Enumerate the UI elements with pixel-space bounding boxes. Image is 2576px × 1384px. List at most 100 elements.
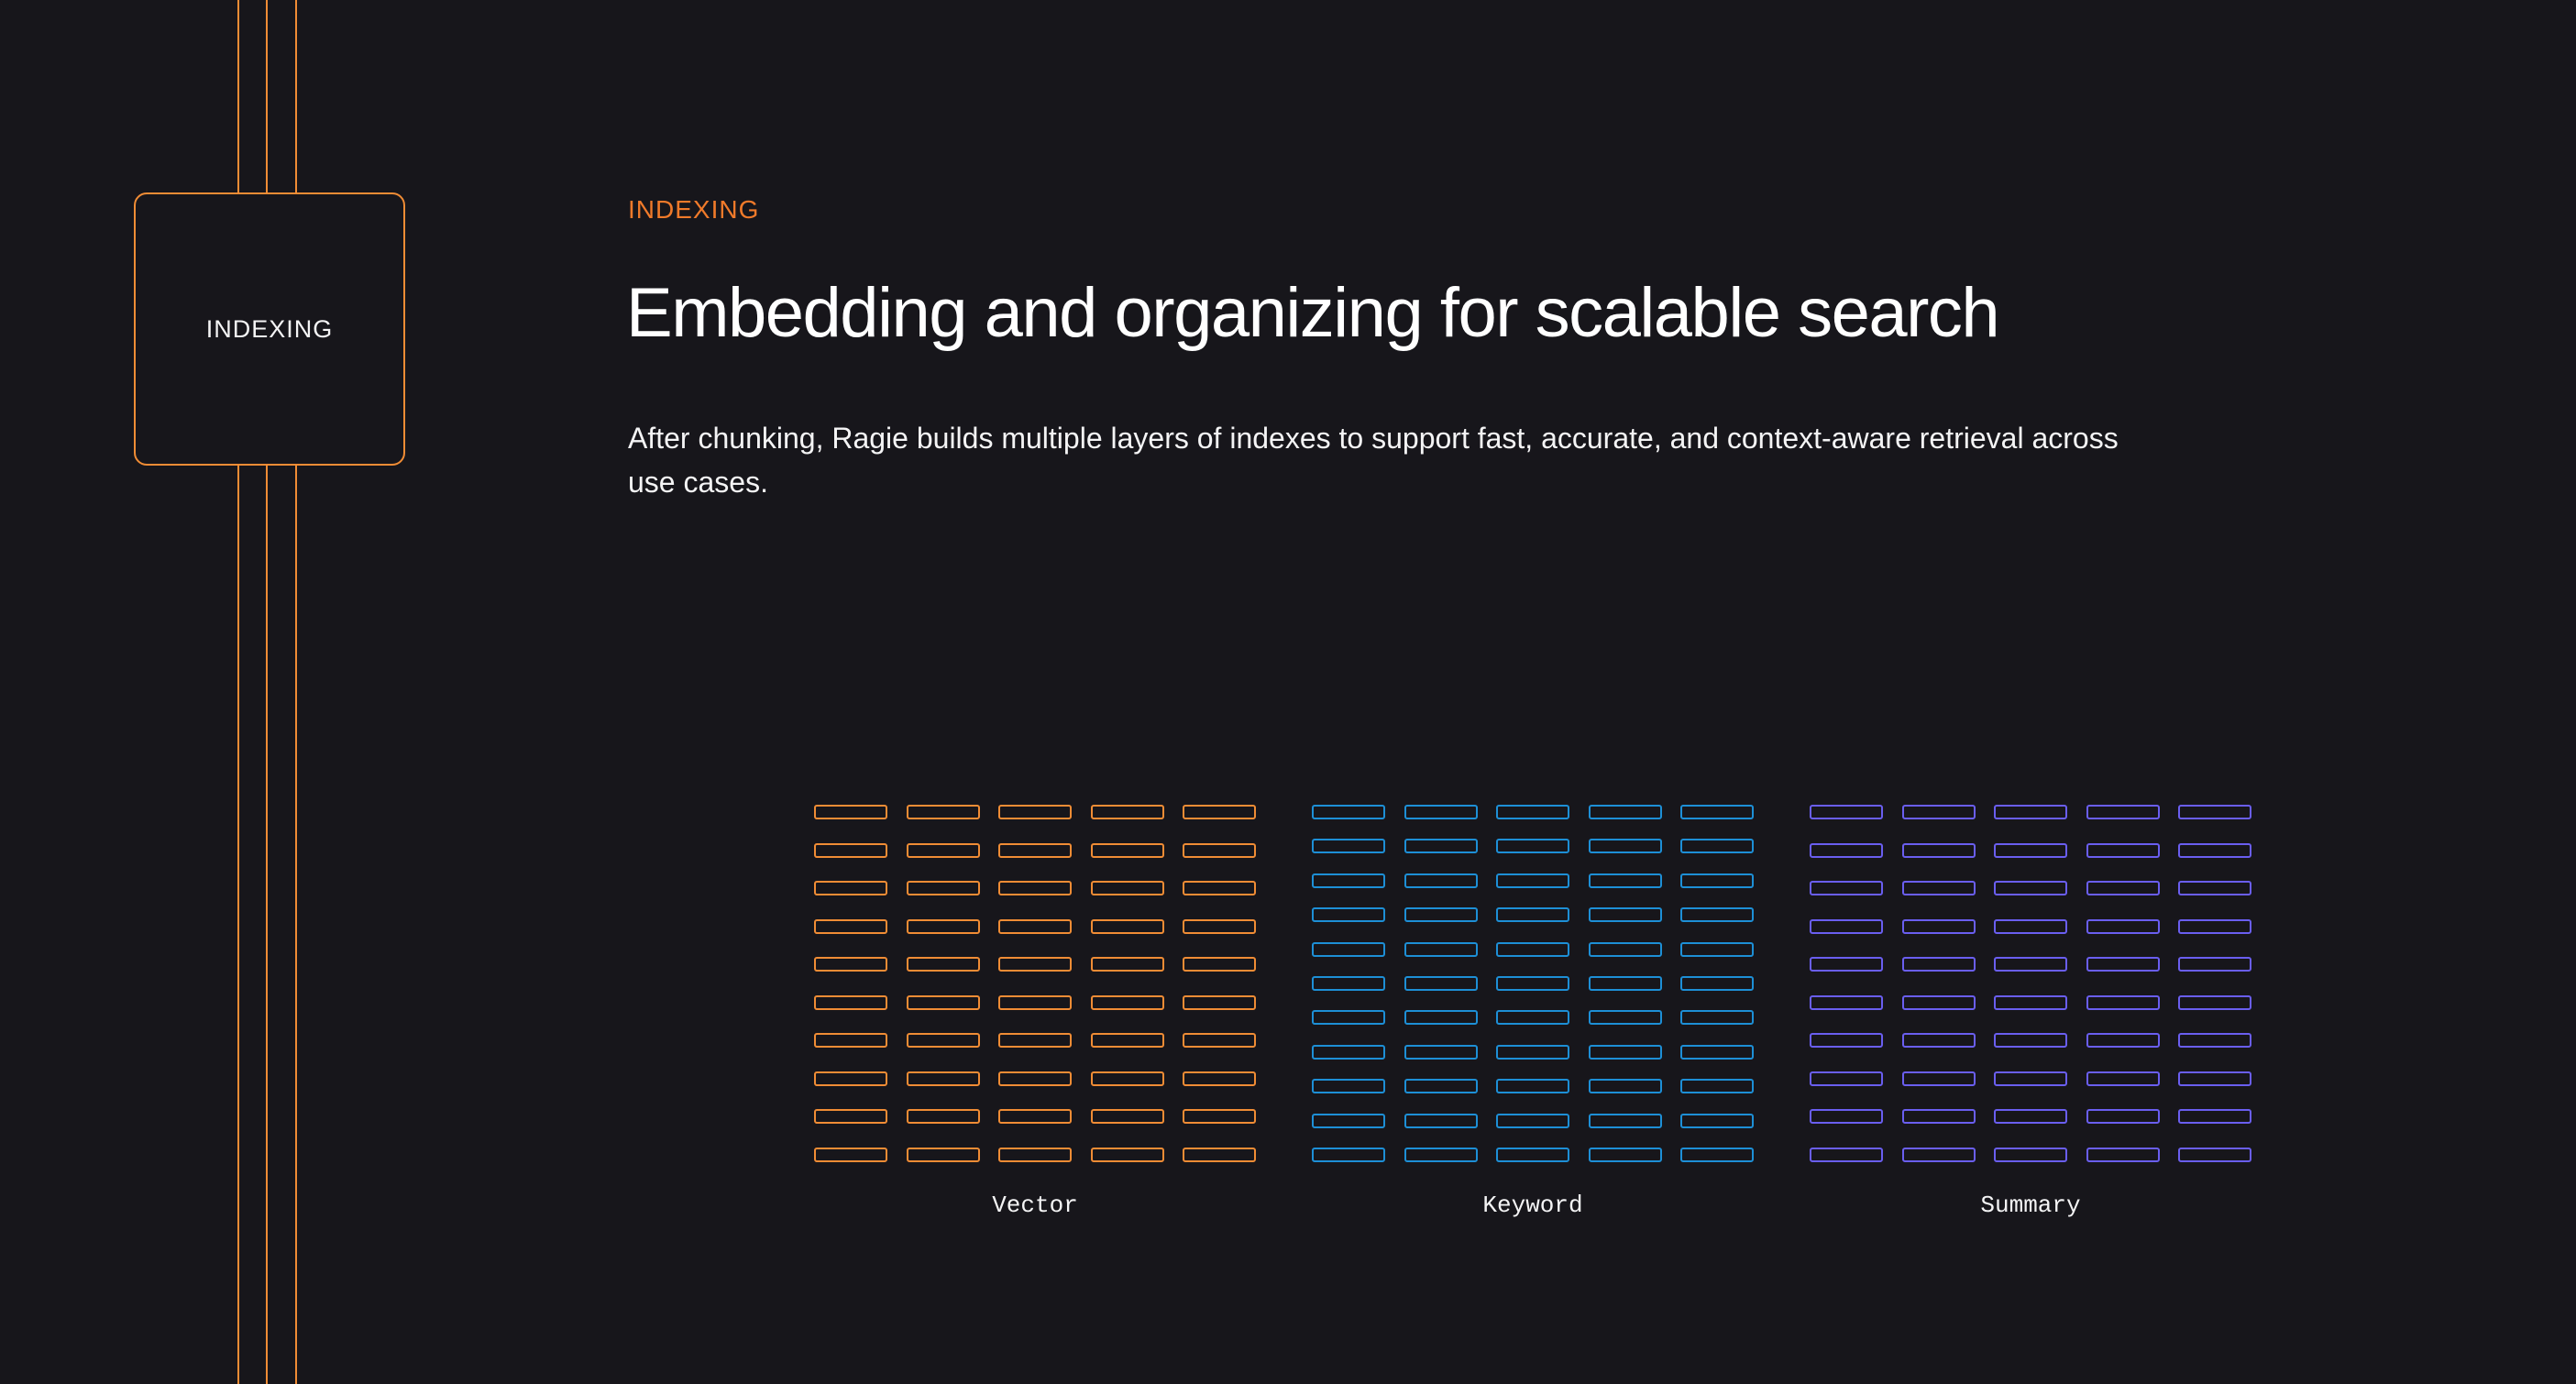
index-cell [1404,1079,1478,1093]
index-cell [1496,1079,1569,1093]
index-cell [1810,843,1883,858]
index-cell [1091,995,1164,1010]
keyword-index-grid [1312,805,1754,1162]
index-cell [1183,957,1256,972]
index-cell [998,843,1072,858]
index-cell [1312,907,1385,922]
index-cell [1404,1010,1478,1025]
index-cell [1589,1045,1662,1060]
index-cell [814,1148,887,1162]
index-cell [907,1071,980,1086]
index-cell [2178,995,2251,1010]
index-cell [1091,1071,1164,1086]
index-cell [814,1109,887,1124]
index-cell [1312,1010,1385,1025]
index-cell [1994,919,2067,934]
index-cell [2086,995,2160,1010]
index-cell [2178,1109,2251,1124]
index-cell [1312,942,1385,957]
index-cell [1810,919,1883,934]
index-cell [1091,843,1164,858]
index-cell [1091,1148,1164,1162]
index-cell [1496,805,1569,819]
index-cell [998,881,1072,895]
index-cell [2178,919,2251,934]
index-cell [1312,1079,1385,1093]
index-cell [1902,1033,1976,1048]
index-cell [1404,1045,1478,1060]
index-cell [1183,1071,1256,1086]
index-cell [1312,839,1385,853]
index-cell [1589,839,1662,853]
index-cell [1091,805,1164,819]
index-cell [2086,1071,2160,1086]
index-cell [814,805,887,819]
index-cell [1902,1071,1976,1086]
indexing-section: INDEXING INDEXING Embedding and organizi… [0,0,2576,1384]
vector-index-label: Vector [992,1192,1078,1219]
index-cell [907,805,980,819]
index-cell [1994,1071,2067,1086]
index-cell [1404,873,1478,888]
index-cell [1183,1148,1256,1162]
index-cell [1589,907,1662,922]
index-cell [1680,1148,1754,1162]
index-cell [998,1071,1072,1086]
index-cell [1404,942,1478,957]
index-cell [1902,881,1976,895]
index-cell [1404,1114,1478,1128]
index-cell [814,1033,887,1048]
index-cell [1680,805,1754,819]
index-cell [907,1109,980,1124]
index-cell [1902,957,1976,972]
index-cell [907,843,980,858]
index-cell [1496,976,1569,991]
index-cell [1810,1071,1883,1086]
index-cell [907,919,980,934]
index-cell [814,1071,887,1086]
index-cell [998,805,1072,819]
index-cell [998,1148,1072,1162]
index-cell [1496,873,1569,888]
index-cell [1994,1109,2067,1124]
index-cell [1312,1045,1385,1060]
index-cell [1404,839,1478,853]
index-cell [2178,1071,2251,1086]
index-cell [1810,1109,1883,1124]
index-cell [907,1033,980,1048]
index-cell [2086,957,2160,972]
index-cell [1091,957,1164,972]
index-cell [1404,805,1478,819]
index-cell [1183,1033,1256,1048]
index-cell [1680,942,1754,957]
index-cell [1589,1148,1662,1162]
index-cell [1994,995,2067,1010]
index-cell [1902,1109,1976,1124]
index-cell [1680,907,1754,922]
index-cell [1312,873,1385,888]
section-eyebrow: INDEXING [628,195,760,224]
index-cell [1589,1114,1662,1128]
index-cell [2086,1033,2160,1048]
index-cell [814,995,887,1010]
index-cell [814,843,887,858]
index-cell [814,957,887,972]
index-cell [998,1109,1072,1124]
index-cell [907,1148,980,1162]
index-cell [1091,919,1164,934]
index-cell [1680,1045,1754,1060]
index-cell [1404,1148,1478,1162]
index-cell [1091,1109,1164,1124]
index-cell [1902,995,1976,1010]
index-cell [1183,843,1256,858]
index-cell [1091,881,1164,895]
index-cell [2178,1033,2251,1048]
index-cell [1680,839,1754,853]
index-cell [1994,957,2067,972]
index-cell [1810,881,1883,895]
index-cell [1496,839,1569,853]
section-description: After chunking, Ragie builds multiple la… [628,422,2119,499]
section-headline: Embedding and organizing for scalable se… [626,274,2000,352]
index-cell [998,1033,1072,1048]
index-cell [1589,805,1662,819]
